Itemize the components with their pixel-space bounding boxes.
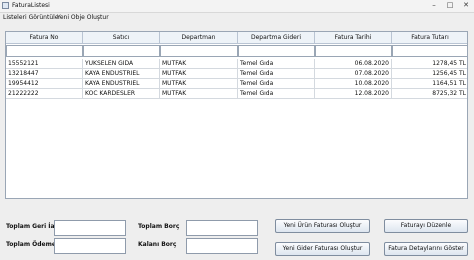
- yeni-gider-faturasi-olustur-button[interactable]: Yeni Gider Faturası Oluştur: [275, 242, 370, 256]
- filter-cell-departman[interactable]: [160, 45, 238, 57]
- cell-departman-gideri: Temel Gıda: [238, 79, 315, 89]
- cell-fatura-tarihi: 12.08.2020: [315, 89, 392, 99]
- column-header-departman-gideri[interactable]: Departma Gideri: [238, 32, 315, 44]
- minimize-button[interactable]: –: [428, 1, 440, 10]
- cell-fatura-tutari: 1256,45 TL: [392, 69, 467, 79]
- cell-satici: KAYA ENDUSTRIEL: [83, 69, 160, 79]
- filter-row: [6, 45, 467, 57]
- cell-fatura-tutari: 1164,51 TL: [392, 79, 467, 89]
- table-header: Fatura No Satıcı Departman Departma Gide…: [6, 32, 467, 44]
- cell-fatura-no: 19954412: [6, 79, 83, 89]
- app-icon: [2, 2, 9, 9]
- filter-cell-satici[interactable]: [83, 45, 160, 57]
- filter-cell-fatura-no[interactable]: [6, 45, 83, 57]
- column-header-departman[interactable]: Departman: [160, 32, 238, 44]
- filter-cell-departman-gideri[interactable]: [238, 45, 315, 57]
- cell-departman: MUTFAK: [160, 89, 238, 99]
- cell-fatura-tutari: 1278,45 TL: [392, 59, 467, 69]
- cell-departman-gideri: Temel Gıda: [238, 69, 315, 79]
- window-title: FaturaListesi: [12, 2, 50, 9]
- close-button[interactable]: ✕: [460, 1, 472, 10]
- cell-satici: YUKSELEN GIDA: [83, 59, 160, 69]
- invoice-table[interactable]: Fatura No Satıcı Departman Departma Gide…: [5, 31, 468, 199]
- cell-fatura-tarihi: 10.08.2020: [315, 79, 392, 89]
- kalan-borc-field[interactable]: [186, 238, 258, 254]
- kalan-borc-label: Kalanı Borç: [138, 241, 177, 248]
- table-row[interactable]: 19954412 KAYA ENDUSTRIEL MUTFAK Temel Gı…: [6, 79, 467, 89]
- toplam-odeme-field[interactable]: [54, 238, 126, 254]
- cell-departman: MUTFAK: [160, 59, 238, 69]
- maximize-button[interactable]: □: [444, 1, 456, 10]
- cell-fatura-no: 13218447: [6, 69, 83, 79]
- column-header-fatura-tutari[interactable]: Fatura Tutarı: [392, 32, 467, 44]
- toplam-borc-field[interactable]: [186, 220, 258, 236]
- toplam-geri-iade-field[interactable]: [54, 220, 126, 236]
- cell-fatura-tarihi: 06.08.2020: [315, 59, 392, 69]
- cell-fatura-no: 21222222: [6, 89, 83, 99]
- filter-cell-fatura-tarihi[interactable]: [315, 45, 392, 57]
- menu-listeleri-goruntule[interactable]: Listeleri Görüntüle: [3, 14, 59, 21]
- cell-satici: KOC KARDESLER: [83, 89, 160, 99]
- fatura-detaylarini-goster-button[interactable]: Fatura Detaylarını Göster: [384, 242, 468, 256]
- cell-fatura-no: 15552121: [6, 59, 83, 69]
- cell-departman: MUTFAK: [160, 79, 238, 89]
- cell-fatura-tutari: 8725,32 TL: [392, 89, 467, 99]
- menu-bar: Listeleri Görüntüle Yeni Obje Oluştur: [0, 13, 474, 23]
- cell-departman: MUTFAK: [160, 69, 238, 79]
- cell-departman-gideri: Temel Gıda: [238, 59, 315, 69]
- toplam-borc-label: Toplam Borç: [138, 223, 180, 230]
- table-row[interactable]: 21222222 KOC KARDESLER MUTFAK Temel Gıda…: [6, 89, 467, 99]
- title-bar: FaturaListesi – □ ✕: [0, 0, 474, 13]
- cell-departman-gideri: Temel Gıda: [238, 89, 315, 99]
- toplam-odeme-label: Toplam Ödeme: [6, 241, 56, 248]
- column-header-fatura-no[interactable]: Fatura No: [6, 32, 83, 44]
- faturayi-duzenle-button[interactable]: Faturayı Düzenle: [384, 219, 468, 233]
- filter-cell-fatura-tutari[interactable]: [392, 45, 467, 57]
- cell-satici: KAYA ENDUSTRIEL: [83, 79, 160, 89]
- cell-fatura-tarihi: 07.08.2020: [315, 69, 392, 79]
- column-header-fatura-tarihi[interactable]: Fatura Tarihi: [315, 32, 392, 44]
- yeni-urun-faturasi-olustur-button[interactable]: Yeni Ürün Faturası Oluştur: [275, 219, 370, 233]
- column-header-satici[interactable]: Satıcı: [83, 32, 160, 44]
- table-row[interactable]: 13218447 KAYA ENDUSTRIEL MUTFAK Temel Gı…: [6, 69, 467, 79]
- table-row[interactable]: 15552121 YUKSELEN GIDA MUTFAK Temel Gıda…: [6, 59, 467, 69]
- menu-yeni-obje-olustur[interactable]: Yeni Obje Oluştur: [57, 14, 109, 21]
